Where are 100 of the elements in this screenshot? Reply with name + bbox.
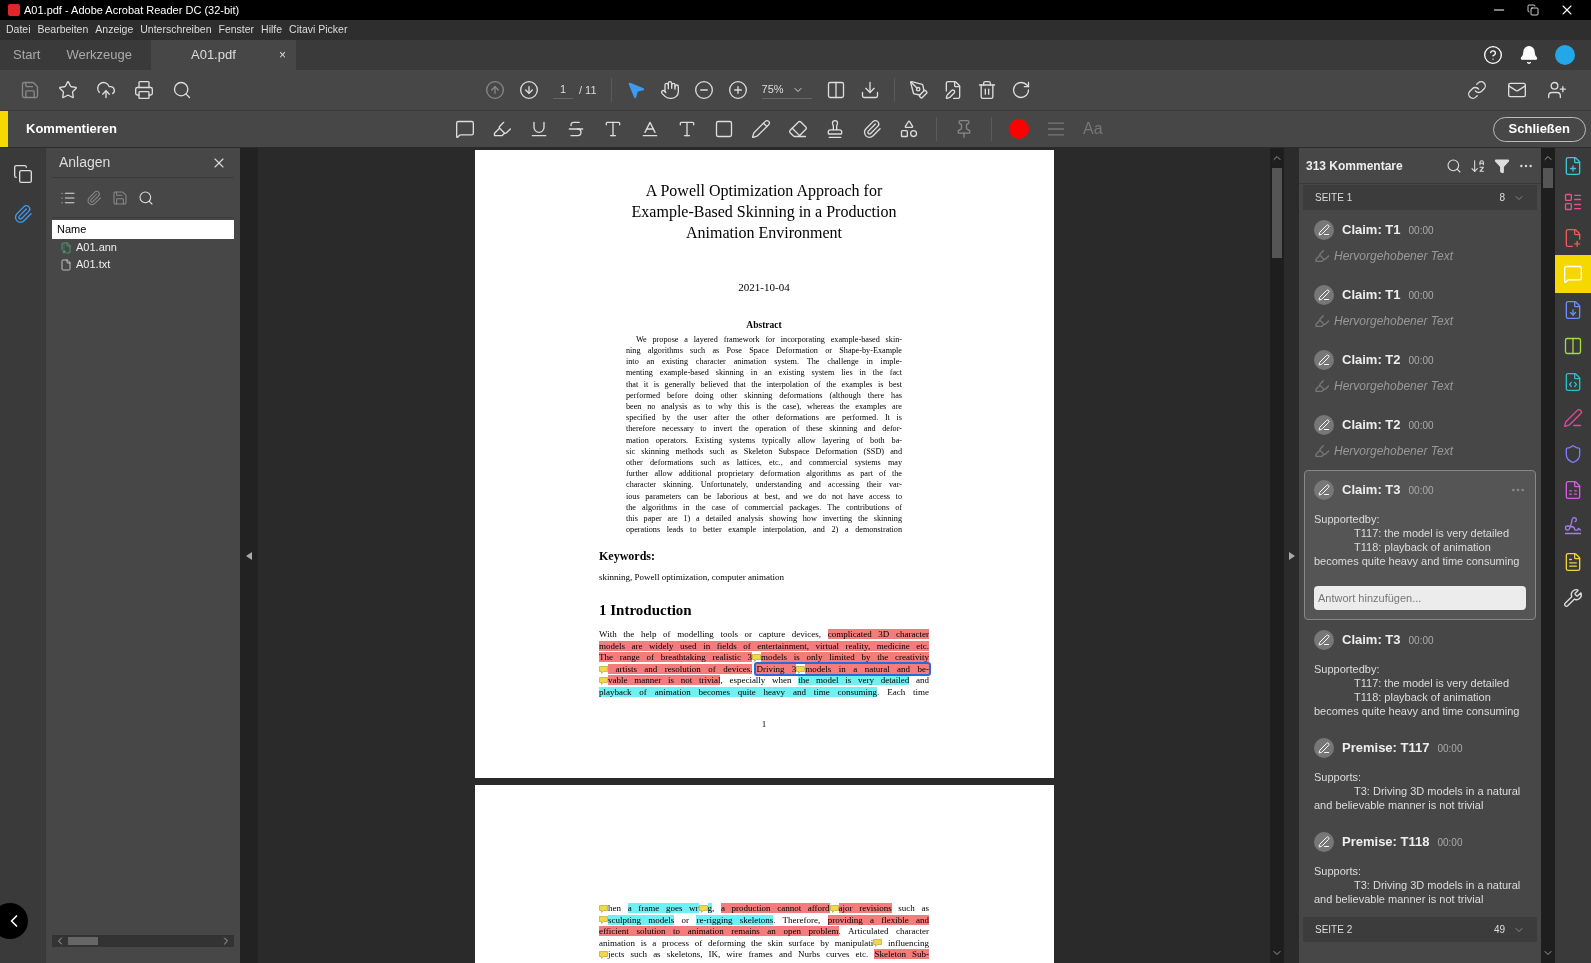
comment-card[interactable]: Claim: T1 00:00 Hervorgehobener Text: [1304, 275, 1536, 340]
comment-card[interactable]: Claim: T1 00:00 Hervorgehobener Text: [1304, 210, 1536, 275]
attach-icon[interactable]: [862, 119, 882, 139]
avatar[interactable]: [1555, 45, 1575, 65]
color-swatch[interactable]: [1009, 119, 1029, 139]
pencil-icon[interactable]: [751, 119, 771, 139]
underline-icon[interactable]: [529, 119, 549, 139]
text-box-icon[interactable]: [714, 119, 734, 139]
comment-card[interactable]: Premise: T117 00:00 Supports: T3: Driving 3D models in a natural and believable manner is not trivial: [1304, 728, 1536, 822]
print-icon[interactable]: [134, 80, 154, 100]
next-page-icon[interactable]: [519, 80, 539, 100]
comment-card[interactable]: Claim: T3 00:00 Supportedby: T117: the model is very detailed T118: playback of animation becomes quite heavy and time consuming Antwort hinzufügen...: [1304, 470, 1536, 620]
add-attachment-icon[interactable]: [86, 189, 102, 206]
column-header[interactable]: Name: [52, 220, 234, 239]
bell-icon[interactable]: [1519, 45, 1539, 65]
comment-card[interactable]: Premise: T118 00:00 Supports: T3: Driving 3D models in a natural and believable manner is not trivial: [1304, 822, 1536, 916]
file-plus-icon[interactable]: [1563, 228, 1583, 248]
note-icon[interactable]: [829, 904, 839, 913]
highlighter-icon[interactable]: [492, 119, 512, 139]
upload-icon[interactable]: [96, 80, 116, 100]
highlighted-text[interactable]: models in a natural and be-: [805, 663, 929, 674]
filter-icon[interactable]: [1494, 157, 1510, 174]
zoom-in-icon[interactable]: [727, 80, 748, 100]
file-sheet-icon[interactable]: [1563, 480, 1583, 500]
highlighted-text[interactable]: models are widely used in fields of entertainment, virtual reality, medicine etc.: [599, 640, 929, 651]
user-plus-icon[interactable]: [1547, 80, 1567, 100]
rotate-icon[interactable]: [1010, 80, 1031, 100]
highlighted-text[interactable]: complicated 3D character: [827, 629, 929, 640]
menu-item[interactable]: Fenster: [218, 22, 255, 38]
highlighted-text[interactable]: The range of breathtaking realistic 3: [599, 652, 753, 663]
signature-icon[interactable]: [1563, 516, 1583, 536]
pen-icon[interactable]: [1563, 408, 1583, 428]
selection-frame[interactable]: Driving 3 models in a natural and be-: [756, 663, 929, 674]
search-icon[interactable]: [172, 80, 192, 100]
search-icon[interactable]: [1446, 157, 1462, 174]
file-plus-icon[interactable]: [1563, 156, 1583, 176]
page-group-header[interactable]: SEITE 1 8: [1303, 185, 1537, 210]
layout-icon[interactable]: [1563, 192, 1583, 212]
tab[interactable]: Start: [0, 40, 54, 70]
link-icon[interactable]: [1467, 80, 1487, 100]
menu-item[interactable]: Hilfe: [261, 22, 283, 38]
highlighted-text[interactable]: Driving 3: [756, 663, 797, 674]
shield-icon[interactable]: [1563, 444, 1583, 464]
restore-icon[interactable]: [1527, 4, 1539, 16]
strikethrough-icon[interactable]: [566, 119, 586, 139]
highlighted-text[interactable]: sculpting models: [608, 914, 675, 925]
collapse-icon[interactable]: [246, 551, 252, 560]
highlighted-text[interactable]: a production cannot afford: [720, 903, 830, 913]
file-download-icon[interactable]: [1563, 300, 1583, 320]
shapes-icon[interactable]: [899, 119, 919, 139]
save-icon[interactable]: [20, 80, 40, 100]
tab-close[interactable]: ×: [278, 46, 286, 64]
file-name[interactable]: A01.txt: [76, 256, 111, 273]
highlighted-text[interactable]: efficient solution to animation remains an open problem: [599, 926, 839, 936]
previous-page-icon[interactable]: [485, 80, 505, 100]
scrollbar-thumb[interactable]: [1543, 168, 1553, 188]
reply-field[interactable]: Antwort hinzufügen...: [1314, 586, 1526, 610]
tab[interactable]: Werkzeuge: [53, 40, 145, 70]
comment-card[interactable]: Claim: T2 00:00 Hervorgehobener Text: [1304, 340, 1536, 405]
search-attachment-icon[interactable]: [138, 189, 154, 206]
sticky-note-icon[interactable]: [455, 119, 475, 139]
menu-item[interactable]: Unterschreiben: [140, 22, 212, 38]
scrollbar-thumb[interactable]: [1272, 168, 1282, 258]
trash-icon[interactable]: [976, 80, 997, 100]
note-icon[interactable]: [752, 654, 762, 663]
menu-item[interactable]: Datei: [6, 22, 31, 38]
text-icon[interactable]: [677, 119, 697, 139]
highlighted-text[interactable]: artists and resolution of devices.: [608, 663, 753, 674]
highlighted-text[interactable]: ajor revisions: [838, 903, 892, 913]
hand-icon[interactable]: [659, 80, 680, 100]
horizontal-scrollbar[interactable]: [52, 935, 234, 947]
highlighted-text[interactable]: Skeleton Sub-: [874, 949, 929, 959]
highlighted-text[interactable]: the model is very detailed: [798, 675, 910, 686]
highlighted-text[interactable]: g: [707, 903, 712, 913]
sign-icon[interactable]: [908, 80, 929, 100]
file-name[interactable]: A01.ann: [76, 239, 117, 256]
menu-item[interactable]: Citavi Picker: [289, 22, 348, 38]
columns-icon[interactable]: [1563, 336, 1583, 356]
file-comment-icon[interactable]: [1563, 552, 1583, 572]
help-icon[interactable]: [1483, 45, 1503, 65]
mail-icon[interactable]: [1507, 80, 1527, 100]
pages-icon[interactable]: [13, 164, 33, 184]
expand-icon[interactable]: [1288, 551, 1295, 560]
file-code-icon[interactable]: [1563, 372, 1583, 392]
highlighted-text[interactable]: models is only limited by the creativity: [761, 652, 929, 663]
sort-icon[interactable]: [1470, 157, 1486, 174]
comment-card[interactable]: Claim: T2 00:00 Hervorgehobener Text: [1304, 405, 1536, 470]
attachments-icon[interactable]: [13, 204, 33, 224]
wrench-icon[interactable]: [1563, 588, 1583, 608]
highlighted-text[interactable]: a frame goes wr: [627, 903, 699, 913]
star-icon[interactable]: [58, 80, 78, 100]
stamp-icon[interactable]: [825, 119, 845, 139]
note-icon[interactable]: [796, 665, 806, 674]
zoom-dropdown[interactable]: 75%: [761, 81, 812, 99]
scrollbar-thumb[interactable]: [68, 937, 98, 945]
tab[interactable]: A01.pdf ×: [151, 40, 296, 70]
zoom-out-icon[interactable]: [693, 80, 714, 100]
page-group-header[interactable]: SEITE 2 49: [1303, 917, 1537, 942]
menu-item[interactable]: Bearbeiten: [37, 22, 89, 38]
comment-card[interactable]: Claim: T3 00:00 Supportedby: T117: the model is very detailed T118: playback of animation becomes quite heavy and time consuming: [1304, 620, 1536, 728]
